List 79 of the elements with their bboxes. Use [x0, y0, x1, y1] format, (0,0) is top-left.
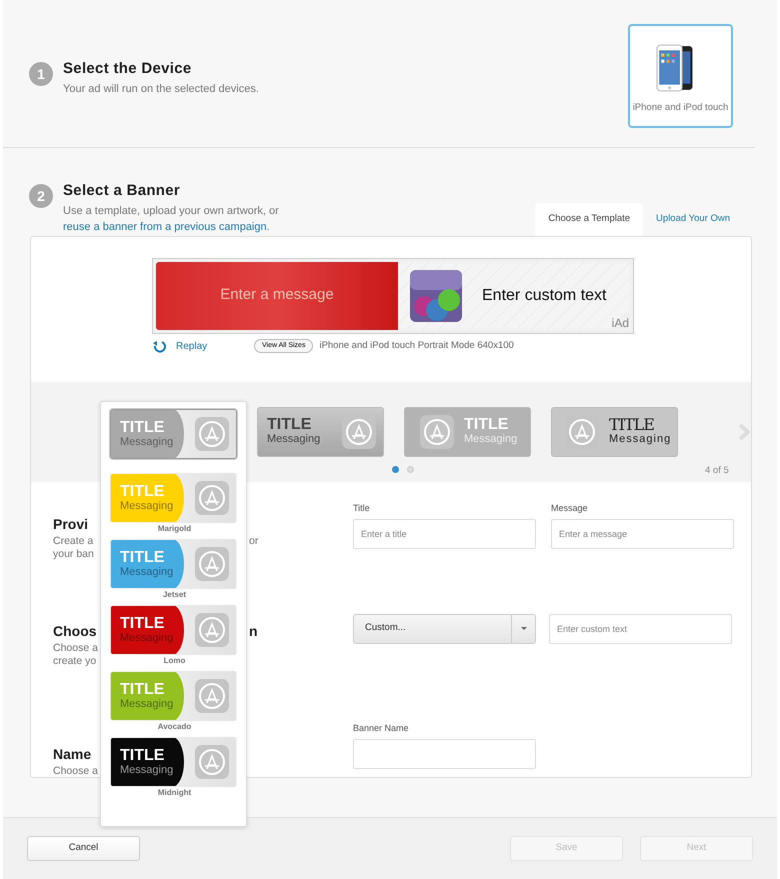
section-description: Create a [53, 534, 94, 548]
step-subtitle: Your ad will run on the selected devices. [63, 82, 259, 96]
title-field[interactable]: Enter a title [353, 519, 536, 549]
section-heading: n [249, 622, 258, 640]
app-store-icon [194, 744, 230, 780]
thumbnail-messaging: Messaging [120, 566, 174, 578]
thumbnail-title: TITLE [120, 484, 166, 500]
field-label: Message [551, 502, 589, 515]
section-heading: Name [53, 744, 92, 764]
thumbnail-title: TITLE [120, 616, 166, 632]
thumbnail-messaging: Messaging [120, 764, 174, 776]
replay-link[interactable]: Replay [152, 338, 244, 354]
template-name: Midnight [156, 787, 192, 799]
template-thumbnail[interactable]: TITLE Messaging [257, 406, 384, 456]
thumbnail-messaging: Messaging [120, 500, 174, 512]
app-store-icon [419, 414, 455, 450]
step-title: Select a Banner [63, 181, 182, 201]
template-thumbnail[interactable]: TITLE Messaging [110, 671, 237, 721]
section-heading: Provi [53, 514, 88, 534]
thumbnail-messaging: Messaging [464, 433, 518, 446]
step-subtitle: Use a template, upload your own artwork, or reuse a banner from a previous campaign. [63, 204, 280, 235]
page-dot[interactable] [392, 466, 399, 472]
caret-icon [520, 627, 526, 630]
tab[interactable]: Choose a Template [535, 203, 644, 236]
field-label: Title [353, 502, 371, 514]
device-option[interactable]: iPhone and iPod touch [628, 24, 733, 128]
field-label: Banner Name [353, 722, 410, 734]
thumbnail-title: TITLE [120, 420, 166, 436]
tab[interactable]: Upload Your Own [643, 203, 743, 236]
thumbnail-title: TITLE [464, 417, 510, 433]
banner-name-field[interactable] [353, 739, 536, 769]
device-label: iPhone and iPod touch [632, 102, 728, 114]
thumbnail-title: TITLE [267, 417, 312, 433]
thumbnail-messaging: Messaging [267, 433, 322, 446]
template-name: Lomo [162, 655, 186, 667]
thumbnail-messaging: Messaging [609, 433, 672, 446]
thumbnail-messaging: Messaging [120, 436, 174, 448]
step-number: 2 [29, 184, 53, 208]
template-thumbnail[interactable]: TITLE Messaging [110, 473, 237, 523]
step-title: Select the Device [63, 59, 192, 79]
thumbnail-messaging: Messaging [120, 632, 174, 644]
app-icon [410, 270, 462, 322]
section-description: Choose a [53, 764, 98, 778]
template-name: Jetset [162, 589, 188, 601]
thumbnail-title: TITLE [120, 550, 166, 566]
section-heading: Choos [53, 622, 97, 640]
app-store-icon [194, 546, 230, 582]
template-name: Marigold [156, 523, 192, 535]
section-description: create yo [53, 654, 96, 668]
template-thumbnail[interactable]: TITLE Messaging [551, 406, 678, 456]
thumbnail-messaging: Messaging [120, 698, 174, 710]
thumbnail-title: TITLE [609, 417, 655, 433]
section-description: or [249, 534, 258, 548]
banner-custom-text: Enter custom text [482, 286, 606, 306]
template-thumbnail[interactable]: TITLE Messaging [110, 539, 237, 589]
template-thumbnail[interactable]: TITLE Messaging [110, 409, 237, 459]
app-store-icon [194, 678, 230, 714]
section-description: your ban [53, 548, 94, 560]
app-store-icon [194, 416, 230, 452]
page-dot[interactable] [407, 466, 414, 472]
app-store-icon [194, 612, 230, 648]
template-name: Avocado [156, 721, 192, 733]
iad-label: iAd [612, 314, 629, 332]
thumbnail-title: TITLE [120, 748, 166, 764]
app-store-icon [194, 480, 230, 516]
banner-size-label: iPhone and iPod touch Portrait Mode 640x100 [319, 338, 514, 353]
page-counter: 4 of 5 [705, 464, 729, 478]
cancel-button[interactable]: Cancel [27, 836, 140, 861]
reuse-banner-link[interactable]: reuse a banner from a previous campaign [63, 221, 267, 233]
template-thumbnail[interactable]: TITLE Messaging [110, 605, 237, 655]
message-field[interactable]: Enter a message [551, 519, 734, 549]
replay-icon [152, 339, 166, 353]
banner-message: Enter a message [220, 285, 334, 306]
custom-text-field[interactable]: Enter custom text [549, 614, 732, 644]
template-thumbnail[interactable]: TITLE Messaging [110, 737, 237, 787]
section-description: Choose a [53, 642, 98, 654]
style-select[interactable]: Custom... [353, 614, 536, 644]
thumbnail-title: TITLE [120, 682, 166, 698]
step-number: 1 [29, 62, 53, 86]
